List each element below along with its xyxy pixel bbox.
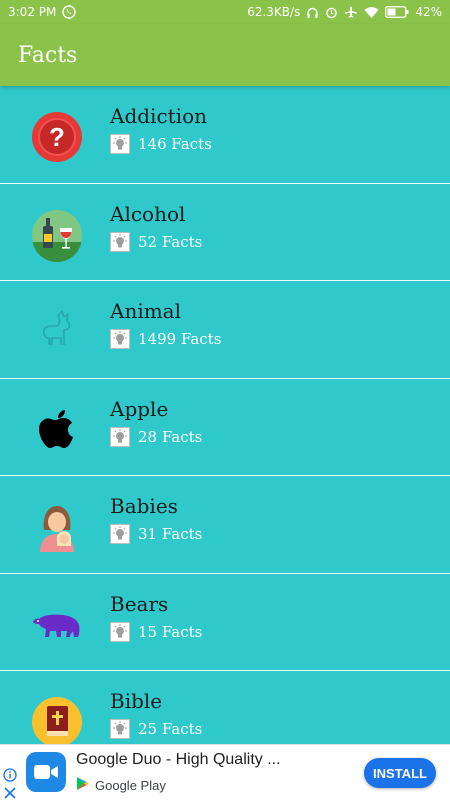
lightbulb-icon xyxy=(110,621,130,642)
airplane-icon xyxy=(344,5,358,19)
ad-banner[interactable]: Google Duo - High Quality ... Google Pla… xyxy=(0,744,450,800)
status-bar: 3:02 PM 62.3KB/s 42% xyxy=(0,0,450,24)
category-name: Addiction xyxy=(110,104,208,128)
fact-count: 52 Facts xyxy=(138,232,203,251)
list-item-addiction[interactable]: ? Addiction 146 Facts xyxy=(0,86,450,184)
category-list[interactable]: ? Addiction 146 Facts Alcohol 52 Facts A… xyxy=(0,86,450,744)
llama-icon xyxy=(30,305,84,359)
whatsapp-icon xyxy=(62,5,77,19)
lightbulb-icon xyxy=(110,329,130,349)
category-name: Alcohol xyxy=(110,201,186,226)
install-button[interactable]: INSTALL xyxy=(364,758,436,788)
network-speed: 62.3KB/s xyxy=(247,5,301,19)
fact-count: 146 Facts xyxy=(138,135,212,153)
page-title: Facts xyxy=(18,42,78,68)
battery-percent: 42% xyxy=(415,5,442,19)
wifi-icon xyxy=(364,6,379,19)
fact-count: 31 Facts xyxy=(138,525,203,543)
bear-icon xyxy=(30,598,84,652)
play-store-icon xyxy=(76,776,90,794)
apple-logo-icon xyxy=(30,403,84,457)
lightbulb-icon xyxy=(110,231,130,252)
category-name: Babies xyxy=(110,494,178,518)
ad-title[interactable]: Google Duo - High Quality ... xyxy=(76,751,346,769)
alarm-icon xyxy=(325,6,338,19)
list-item-bible[interactable]: Bible 25 Facts xyxy=(0,671,450,744)
battery-icon xyxy=(385,6,409,18)
video-camera-icon[interactable] xyxy=(26,752,66,792)
ad-info-icon[interactable] xyxy=(3,767,17,786)
fact-count: 1499 Facts xyxy=(138,330,222,348)
list-item-bears[interactable]: Bears 15 Facts xyxy=(0,574,450,671)
list-item-apple[interactable]: Apple 28 Facts xyxy=(0,379,450,476)
lightbulb-icon xyxy=(110,719,130,739)
status-time: 3:02 PM xyxy=(8,5,57,19)
store-name: Google Play xyxy=(95,777,166,793)
ad-close-icon[interactable] xyxy=(3,785,17,800)
list-item-animal[interactable]: Animal 1499 Facts xyxy=(0,281,450,379)
fact-count: 28 Facts xyxy=(138,427,203,446)
lightbulb-icon xyxy=(110,524,130,544)
fact-count: 15 Facts xyxy=(138,622,203,641)
question-mark-icon: ? xyxy=(30,110,84,164)
mother-baby-icon xyxy=(30,500,84,554)
list-item-babies[interactable]: Babies 31 Facts xyxy=(0,476,450,574)
wine-bottle-icon xyxy=(30,208,84,262)
category-name: Bears xyxy=(110,591,169,616)
fact-count: 25 Facts xyxy=(138,720,203,738)
bible-icon xyxy=(30,695,84,744)
ad-store: Google Play xyxy=(76,776,166,794)
headphones-icon xyxy=(306,6,319,19)
list-item-alcohol[interactable]: Alcohol 52 Facts xyxy=(0,184,450,281)
app-bar: Facts xyxy=(0,24,450,86)
category-name: Animal xyxy=(110,299,182,323)
category-name: Bible xyxy=(110,689,163,713)
svg-text:?: ? xyxy=(49,122,65,152)
lightbulb-icon xyxy=(110,426,130,447)
lightbulb-icon xyxy=(110,134,130,154)
category-name: Apple xyxy=(110,396,169,421)
